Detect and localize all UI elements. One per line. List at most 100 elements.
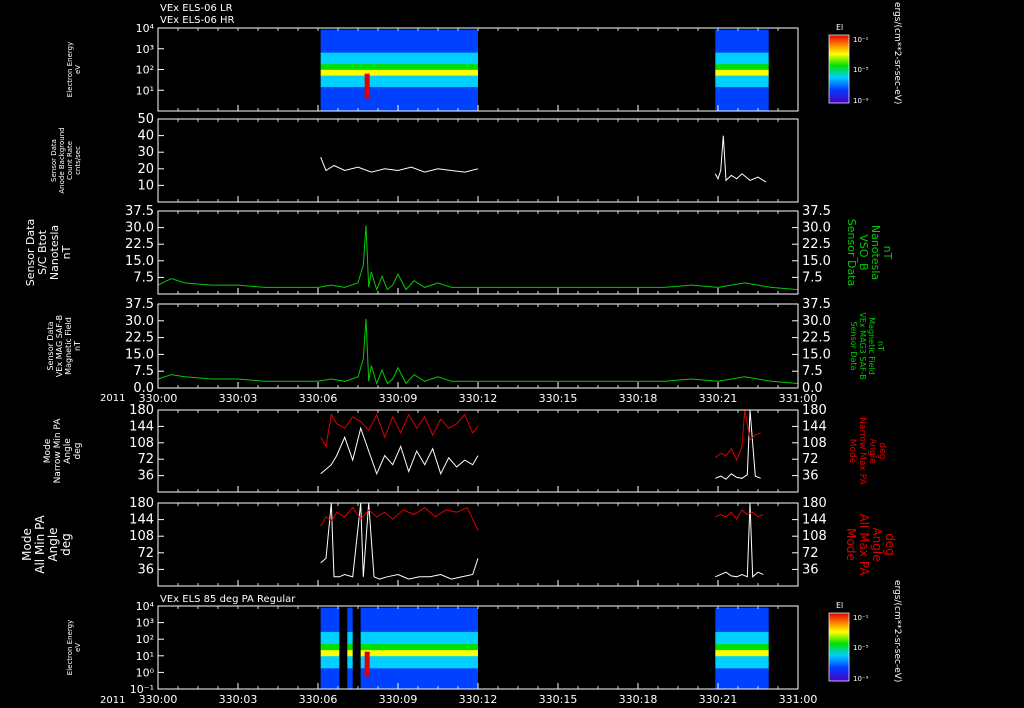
y-tick-label: 22.5 [125, 237, 154, 252]
y-tick-label-right: 22.5 [802, 237, 831, 252]
spectrogram-block [360, 607, 478, 689]
y-tick-label: 20 [137, 162, 154, 177]
spectrogram-band [347, 668, 353, 676]
y-axis-label-right-line: deg [877, 443, 887, 460]
spectrogram-band [715, 650, 769, 658]
y-axis-label-right-line: Angle [867, 438, 877, 464]
y-axis-label-right-line: VEx MAG3 SAF-B [858, 312, 867, 379]
y-tick-label-right: 144 [802, 513, 827, 528]
y-tick-label: 10⁴ [136, 22, 155, 35]
spectrogram-band [320, 656, 340, 664]
spectrogram-band [715, 631, 769, 639]
spectrogram-band [347, 625, 353, 633]
spectrogram-block [715, 607, 769, 689]
spectrogram-band [360, 625, 478, 633]
spectrogram-band [320, 104, 478, 111]
y-axis-label-right-line: nT [876, 341, 885, 351]
spectrogram-band [715, 104, 769, 111]
els-mag-summary-plot: VEx ELS-06 LR VEx ELS-06 HR VEx ELS 85 d… [0, 0, 1024, 708]
x-tick-label: 330:18 [619, 392, 658, 405]
spectrogram-band [320, 650, 340, 658]
colorbar-bottom-tick-1: 10⁻¹ [853, 614, 869, 622]
y-axis-label-line: Anode Background [58, 127, 66, 193]
x-tick-label: 330:09 [379, 392, 418, 405]
spectrogram-band [320, 644, 340, 651]
spectrogram-band [347, 644, 353, 651]
spectrogram-band [347, 637, 353, 645]
y-tick-label-right: 36 [802, 562, 819, 577]
y-axis-label-line: deg [59, 533, 73, 556]
x-tick-label: 331:00 [779, 693, 818, 706]
y-axis-label-right-line: Mode [847, 439, 857, 464]
y-axis-label-line: Count Rate [66, 141, 74, 180]
y-axis-label-line: All Min PA [33, 514, 47, 573]
spectrogram-band [360, 613, 478, 621]
x-tick-label: 330:15 [539, 693, 578, 706]
spectrogram-band [360, 656, 478, 664]
spectrogram-band [360, 650, 478, 658]
y-tick-label: 30.0 [125, 221, 154, 236]
colorbar-top-title: El [836, 23, 843, 32]
colorbar-top-units: ergs/(cm**2-sr-sec-eV) [892, 2, 902, 104]
y-tick-label-right: 30.0 [802, 314, 831, 329]
colorbar-bottom-scale [828, 612, 850, 682]
y-axis-label-right-line: Narrow Max PA [857, 417, 867, 485]
y-tick-label: 144 [129, 419, 154, 434]
y-axis-label-right-line: Magnetic Field [867, 317, 876, 375]
y-axis-label-right-line: Sensor Data [849, 321, 858, 370]
spectrogram-band [360, 668, 478, 676]
y-tick-label-right: 180 [802, 496, 827, 511]
spectrogram-band [320, 619, 340, 627]
y-axis-label-line: Angle [63, 438, 73, 464]
y-tick-label: 30.0 [125, 314, 154, 329]
x-tick-label: 330:06 [299, 392, 338, 405]
spectrogram-band [347, 662, 353, 670]
x-tick-label: 330:00 [139, 392, 178, 405]
spectrogram-band [320, 637, 340, 645]
y-axis-label-line: VEx MAG SAF-B [55, 315, 64, 377]
y-tick-label: 36 [137, 469, 154, 484]
spectrogram-band [715, 625, 769, 633]
y-tick-label: 108 [129, 436, 154, 451]
y-axis-label-line: Sensor Data [50, 139, 58, 182]
y-tick-label: 10¹ [136, 650, 154, 663]
spectrogram-band [320, 662, 340, 670]
x-tick-label: 331:00 [779, 392, 818, 405]
y-tick-label: 180 [129, 496, 154, 511]
spectrogram-band [347, 613, 353, 621]
y-axis-label-line: Electron Energy [66, 620, 74, 675]
y-tick-label: 10⁰ [136, 666, 155, 679]
y-tick-label-right: 180 [802, 403, 827, 418]
header-line-2: VEx ELS-06 HR [160, 15, 235, 26]
spectrogram-band [320, 631, 340, 639]
colorbar-top-tick-3: 10⁻⁹ [853, 97, 869, 105]
y-axis-label-right-line: Angle [870, 527, 884, 561]
x-tick-label: 330:06 [299, 693, 338, 706]
x-tick-label: 330:00 [139, 693, 178, 706]
spectrogram-band [320, 680, 340, 688]
y-tick-label-right: 72 [802, 546, 819, 561]
spectrogram-band [360, 644, 478, 651]
y-tick-label-right: 108 [802, 436, 827, 451]
y-tick-label-right: 22.5 [802, 331, 831, 346]
spectrogram-block [715, 29, 769, 111]
spectrogram-band [715, 662, 769, 670]
y-tick-label: 22.5 [125, 331, 154, 346]
y-tick-label: 37.5 [125, 297, 154, 312]
y-tick-label-right: 144 [802, 419, 827, 434]
y-axis-label-line: Magnetic Field [64, 317, 73, 375]
spectrogram-block [320, 29, 478, 111]
spectrogram-band [715, 668, 769, 676]
y-axis-label-right-line: Sensor Data [845, 219, 858, 286]
x-tick-label: 330:12 [459, 392, 498, 405]
y-axis-label-line: Narrow Min PA [53, 418, 63, 484]
y-tick-label: 180 [129, 403, 154, 418]
spectrogram-band [347, 619, 353, 627]
x-tick-label: 330:09 [379, 693, 418, 706]
y-tick-label: 7.5 [133, 270, 154, 285]
y-tick-label-right: 37.5 [802, 297, 831, 312]
y-tick-label: 72 [137, 452, 154, 467]
y-tick-label: 30 [137, 145, 154, 160]
x-tick-label: 330:03 [219, 392, 258, 405]
spectrogram-band [347, 656, 353, 664]
